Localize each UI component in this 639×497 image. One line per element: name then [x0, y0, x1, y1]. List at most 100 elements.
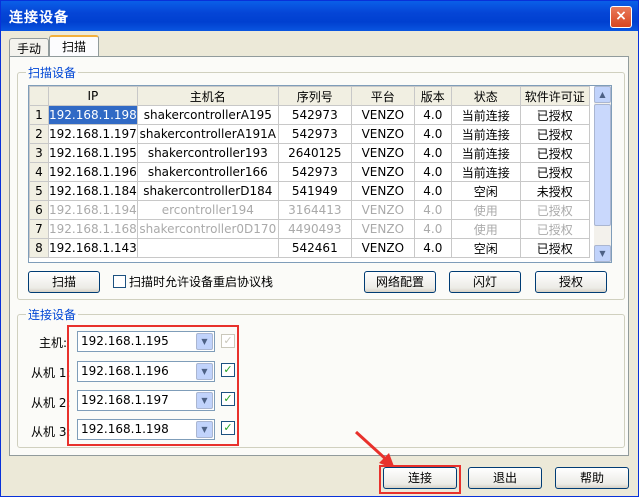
cell-platform[interactable]: VENZO [350, 105, 415, 125]
scan-button[interactable]: 扫描 [28, 271, 100, 293]
cell-host[interactable]: ercontroller194 [136, 200, 279, 220]
cell-ip[interactable]: 192.168.1.196 [48, 162, 138, 182]
col-header-index [29, 86, 49, 106]
cell-license[interactable]: 已授权 [519, 105, 590, 125]
cell-host[interactable]: shakercontrollerA195 [136, 105, 279, 125]
cell-ip[interactable]: 192.168.1.168 [48, 219, 138, 239]
cell-host[interactable]: shakercontroller166 [136, 162, 279, 182]
blink-button[interactable]: 闪灯 [449, 271, 521, 293]
cell-platform[interactable]: VENZO [350, 181, 415, 201]
device-grid[interactable]: IP 主机名 序列号 平台 版本 状态 软件许可证 1 192.168.1.19… [28, 85, 612, 263]
col-header-status[interactable]: 状态 [450, 86, 521, 106]
row-index: 6 [29, 200, 49, 220]
cell-version[interactable]: 4.0 [413, 162, 452, 182]
cell-license[interactable]: 已授权 [519, 200, 590, 220]
cell-license[interactable]: 已授权 [519, 143, 590, 163]
close-button[interactable]: × [610, 6, 632, 28]
help-button[interactable]: 帮助 [555, 467, 629, 489]
cell-license[interactable]: 未授权 [519, 181, 590, 201]
cell-host[interactable]: shakercontroller193 [136, 143, 279, 163]
allow-reboot-label: 扫描时允许设备重启协议栈 [129, 275, 274, 289]
exit-button[interactable]: 退出 [468, 467, 542, 489]
table-row[interactable]: 8 192.168.1.143 542461 VENZO 4.0 空闲 已授权 [29, 238, 590, 258]
table-row[interactable]: 7 192.168.1.168 shakercontroller0D170 44… [29, 219, 590, 239]
cell-serial[interactable]: 542973 [277, 105, 352, 125]
slave1-label: 从机 1: [31, 366, 71, 380]
cell-host[interactable]: shakercontrollerD184 [136, 181, 279, 201]
table-row[interactable]: 4 192.168.1.196 shakercontroller166 5429… [29, 162, 590, 182]
col-header-version[interactable]: 版本 [413, 86, 452, 106]
cell-ip[interactable]: 192.168.1.194 [48, 200, 138, 220]
cell-version[interactable]: 4.0 [413, 105, 452, 125]
cell-serial[interactable]: 4490493 [277, 219, 352, 239]
cell-status[interactable]: 空闲 [450, 238, 521, 258]
slave2-label: 从机 2: [31, 396, 71, 410]
cell-version[interactable]: 4.0 [413, 143, 452, 163]
scroll-up-icon[interactable]: ▲ [594, 86, 611, 103]
cell-license[interactable]: 已授权 [519, 124, 590, 144]
cell-ip[interactable]: 192.168.1.143 [48, 238, 138, 258]
cell-serial[interactable]: 542973 [277, 124, 352, 144]
cell-ip[interactable]: 192.168.1.195 [48, 143, 138, 163]
cell-ip[interactable]: 192.168.1.184 [48, 181, 138, 201]
cell-version[interactable]: 4.0 [413, 124, 452, 144]
cell-version[interactable]: 4.0 [413, 219, 452, 239]
connect-group-title: 连接设备 [26, 306, 79, 323]
cell-serial[interactable]: 3164413 [277, 200, 352, 220]
highlight-box [67, 325, 239, 446]
row-index: 1 [29, 105, 49, 125]
cell-status[interactable]: 当前连接 [450, 105, 521, 125]
cell-status[interactable]: 当前连接 [450, 124, 521, 144]
cell-status[interactable]: 当前连接 [450, 162, 521, 182]
table-row[interactable]: 1 192.168.1.198 shakercontrollerA195 542… [29, 105, 590, 125]
col-header-serial[interactable]: 序列号 [277, 86, 352, 106]
scan-group-title: 扫描设备 [26, 64, 79, 81]
cell-platform[interactable]: VENZO [350, 200, 415, 220]
cell-serial[interactable]: 542973 [277, 162, 352, 182]
table-row[interactable]: 5 192.168.1.184 shakercontrollerD184 541… [29, 181, 590, 201]
cell-license[interactable]: 已授权 [519, 219, 590, 239]
table-row[interactable]: 6 192.168.1.194 ercontroller194 3164413 … [29, 200, 590, 220]
cell-host[interactable]: shakercontrollerA191A [136, 124, 279, 144]
network-config-button[interactable]: 网络配置 [364, 271, 436, 293]
cell-ip[interactable]: 192.168.1.197 [48, 124, 138, 144]
cell-status[interactable]: 使用 [450, 200, 521, 220]
allow-reboot-checkbox[interactable] [113, 275, 126, 288]
license-button[interactable]: 授权 [535, 271, 607, 293]
row-index: 8 [29, 238, 49, 258]
col-header-platform[interactable]: 平台 [350, 86, 415, 106]
cell-host[interactable] [136, 238, 279, 258]
cell-serial[interactable]: 541949 [277, 181, 352, 201]
cell-status[interactable]: 当前连接 [450, 143, 521, 163]
device-table: IP 主机名 序列号 平台 版本 状态 软件许可证 1 192.168.1.19… [29, 86, 590, 258]
scroll-down-icon[interactable]: ▼ [594, 245, 611, 262]
highlight-box [379, 465, 461, 494]
vertical-scrollbar[interactable]: ▲ ▼ [594, 86, 611, 262]
cell-platform[interactable]: VENZO [350, 143, 415, 163]
cell-platform[interactable]: VENZO [350, 162, 415, 182]
cell-license[interactable]: 已授权 [519, 162, 590, 182]
cell-ip[interactable]: 192.168.1.198 [48, 105, 138, 125]
col-header-license[interactable]: 软件许可证 [519, 86, 590, 106]
scroll-thumb[interactable] [594, 104, 611, 226]
cell-host[interactable]: shakercontroller0D170 [136, 219, 279, 239]
cell-platform[interactable]: VENZO [350, 238, 415, 258]
cell-status[interactable]: 空闲 [450, 181, 521, 201]
cell-license[interactable]: 已授权 [519, 238, 590, 258]
row-index: 4 [29, 162, 49, 182]
cell-serial[interactable]: 542461 [277, 238, 352, 258]
table-row[interactable]: 2 192.168.1.197 shakercontrollerA191A 54… [29, 124, 590, 144]
cell-platform[interactable]: VENZO [350, 219, 415, 239]
connect-device-window: 连接设备 × 手动 扫描 扫描设备 IP 主机名 序列号 平台 版本 状态 软件… [0, 0, 639, 497]
cell-serial[interactable]: 2640125 [277, 143, 352, 163]
table-row[interactable]: 3 192.168.1.195 shakercontroller193 2640… [29, 143, 590, 163]
cell-version[interactable]: 4.0 [413, 181, 452, 201]
cell-platform[interactable]: VENZO [350, 124, 415, 144]
col-header-host[interactable]: 主机名 [136, 86, 279, 106]
col-header-ip[interactable]: IP [48, 86, 138, 106]
row-index: 7 [29, 219, 49, 239]
master-label: 主机: [39, 336, 68, 350]
cell-status[interactable]: 使用 [450, 219, 521, 239]
cell-version[interactable]: 4.0 [413, 238, 452, 258]
cell-version[interactable]: 4.0 [413, 200, 452, 220]
